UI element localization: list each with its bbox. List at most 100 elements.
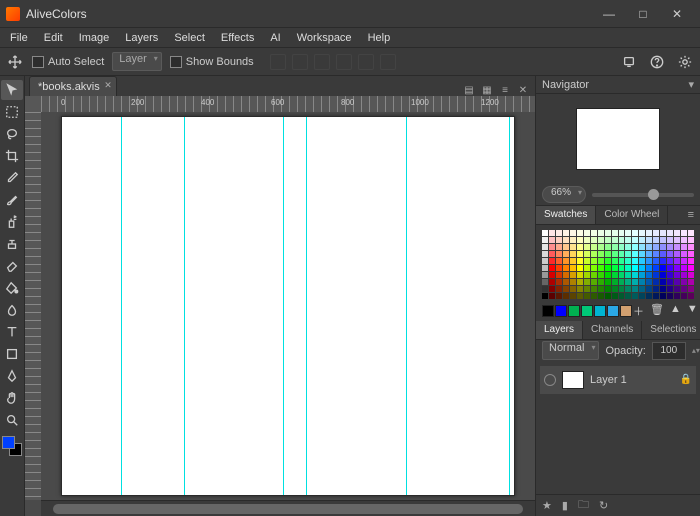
- guide-line[interactable]: [306, 117, 307, 495]
- tool-move[interactable]: [1, 80, 23, 100]
- swatch-cell[interactable]: [563, 251, 569, 257]
- swatch-cell[interactable]: [632, 272, 638, 278]
- swatch-cell[interactable]: [556, 286, 562, 292]
- navigator-panel-header[interactable]: Navigator ▾: [536, 76, 700, 94]
- tab-layers[interactable]: Layers: [536, 321, 583, 339]
- swatch-cell[interactable]: [556, 251, 562, 257]
- favorite-icon[interactable]: ★: [542, 499, 552, 512]
- close-tab-icon[interactable]: ✕: [104, 80, 112, 91]
- swatch-cell[interactable]: [549, 230, 555, 236]
- swatch-cell[interactable]: [605, 293, 611, 299]
- swatch-cell[interactable]: [632, 293, 638, 299]
- swatch-cell[interactable]: [612, 265, 618, 271]
- swatch-cell[interactable]: [612, 258, 618, 264]
- swatch-cell[interactable]: [660, 286, 666, 292]
- swatch-cell[interactable]: [542, 237, 548, 243]
- menu-effects[interactable]: Effects: [213, 30, 262, 46]
- swatch-cell[interactable]: [605, 251, 611, 257]
- swatch-cell[interactable]: [674, 286, 680, 292]
- menu-edit[interactable]: Edit: [36, 30, 71, 46]
- menu-select[interactable]: Select: [166, 30, 213, 46]
- swatch-chip[interactable]: [620, 305, 632, 317]
- swatch-cell[interactable]: [674, 258, 680, 264]
- swatch-cell[interactable]: [577, 230, 583, 236]
- swatch-cell[interactable]: [681, 272, 687, 278]
- swatch-cell[interactable]: [646, 230, 652, 236]
- menu-file[interactable]: File: [2, 30, 36, 46]
- swatch-cell[interactable]: [598, 244, 604, 250]
- swatch-cell[interactable]: [619, 258, 625, 264]
- swatch-cell[interactable]: [660, 265, 666, 271]
- swatch-cell[interactable]: [681, 265, 687, 271]
- swatch-cell[interactable]: [660, 237, 666, 243]
- menu-image[interactable]: Image: [71, 30, 118, 46]
- swatch-cell[interactable]: [542, 272, 548, 278]
- swatch-cell[interactable]: [625, 258, 631, 264]
- tool-clone[interactable]: [1, 234, 23, 254]
- canvas-viewport[interactable]: 0 200 400 600 800 1000 1200: [25, 96, 535, 516]
- document-tab[interactable]: *books.akvis ✕: [29, 76, 117, 96]
- swatch-cell[interactable]: [619, 244, 625, 250]
- swatch-cell[interactable]: [598, 237, 604, 243]
- swatch-cell[interactable]: [646, 265, 652, 271]
- swatch-cell[interactable]: [632, 230, 638, 236]
- swatch-cell[interactable]: [653, 293, 659, 299]
- swatch-cell[interactable]: [605, 237, 611, 243]
- swatch-cell[interactable]: [660, 244, 666, 250]
- swatch-cell[interactable]: [563, 286, 569, 292]
- swatch-cell[interactable]: [577, 265, 583, 271]
- foreground-color-swatch[interactable]: [2, 436, 15, 449]
- swatch-cell[interactable]: [577, 258, 583, 264]
- swatch-cell[interactable]: [639, 244, 645, 250]
- swatch-cell[interactable]: [612, 244, 618, 250]
- swatch-cell[interactable]: [591, 251, 597, 257]
- layer-target-dropdown[interactable]: Layer: [112, 52, 162, 71]
- tab-swatches[interactable]: Swatches: [536, 206, 596, 224]
- ruler-origin[interactable]: [25, 96, 41, 112]
- swatch-cell[interactable]: [549, 237, 555, 243]
- swatch-chip[interactable]: [594, 305, 606, 317]
- tab-list-icon[interactable]: ▤: [463, 84, 475, 96]
- swatch-cell[interactable]: [591, 265, 597, 271]
- swatch-cell[interactable]: [639, 272, 645, 278]
- swatch-cell[interactable]: [598, 279, 604, 285]
- menu-ai[interactable]: AI: [262, 30, 288, 46]
- swatch-cell[interactable]: [598, 272, 604, 278]
- swatch-cell[interactable]: [612, 230, 618, 236]
- swatch-cell[interactable]: [667, 251, 673, 257]
- swatch-cell[interactable]: [584, 230, 590, 236]
- swatch-cell[interactable]: [681, 279, 687, 285]
- auto-select-checkbox[interactable]: Auto Select: [32, 56, 104, 68]
- swatch-cell[interactable]: [549, 286, 555, 292]
- settings-icon[interactable]: [676, 53, 694, 71]
- window-minimize[interactable]: —: [592, 0, 626, 28]
- tab-channels[interactable]: Channels: [583, 321, 642, 339]
- swatch-cell[interactable]: [625, 230, 631, 236]
- swatch-cell[interactable]: [570, 237, 576, 243]
- swatch-cell[interactable]: [674, 272, 680, 278]
- swatch-up-icon[interactable]: ▲: [670, 303, 681, 319]
- swatch-cell[interactable]: [625, 251, 631, 257]
- swatch-cell[interactable]: [639, 258, 645, 264]
- swatch-cell[interactable]: [639, 251, 645, 257]
- swatch-cell[interactable]: [667, 272, 673, 278]
- swatch-cell[interactable]: [556, 237, 562, 243]
- swatch-cell[interactable]: [688, 279, 694, 285]
- tool-lasso[interactable]: [1, 124, 23, 144]
- swatch-cell[interactable]: [570, 244, 576, 250]
- swatch-cell[interactable]: [577, 286, 583, 292]
- swatch-cell[interactable]: [605, 258, 611, 264]
- swatch-cell[interactable]: [646, 237, 652, 243]
- layer-visibility-icon[interactable]: [544, 374, 556, 386]
- swatch-cell[interactable]: [688, 286, 694, 292]
- swatch-cell[interactable]: [619, 286, 625, 292]
- opacity-stepper[interactable]: ▴▾: [692, 346, 700, 355]
- swatch-cell[interactable]: [570, 265, 576, 271]
- swatch-cell[interactable]: [556, 293, 562, 299]
- folder-icon[interactable]: 🗀: [578, 496, 589, 515]
- swatch-cell[interactable]: [681, 293, 687, 299]
- swatch-cell[interactable]: [632, 251, 638, 257]
- tool-hand[interactable]: [1, 388, 23, 408]
- swatch-chip[interactable]: [568, 305, 580, 317]
- swatch-cell[interactable]: [570, 279, 576, 285]
